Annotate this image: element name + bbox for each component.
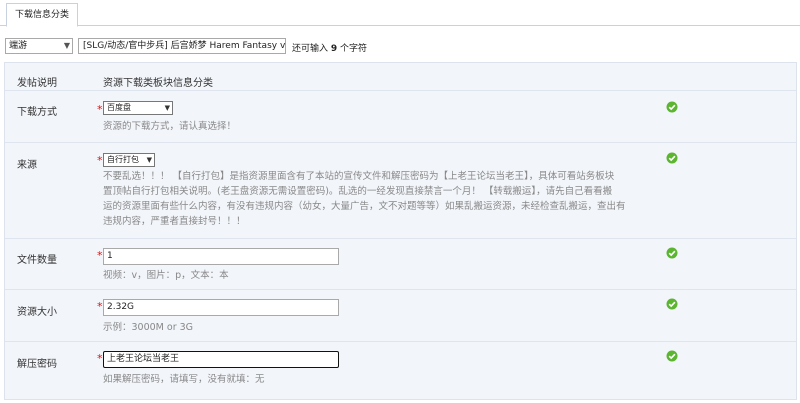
- source-desc-line-4: 违规内容，严重者直接封号！！！: [103, 216, 246, 227]
- check-circle-icon: [666, 350, 678, 362]
- download-method-value: 百度盘: [107, 103, 131, 112]
- source-desc-line-1: 不要乱选！！！ 【自行打包】是指资源里面含有了本站的宣传文件和解压密码为【上老王…: [103, 171, 615, 182]
- download-method-desc: 资源的下载方式，请认真选择！: [103, 121, 237, 132]
- extract-password-desc: 如果解压密码，请填写，没有就填：无: [103, 374, 265, 385]
- row-resource-size: 资源大小 * 2.32G 示例：3000M or 3G: [5, 290, 796, 342]
- chevron-down-icon: ▼: [164, 104, 170, 112]
- resource-size-label: 资源大小: [17, 307, 57, 318]
- resource-size-input[interactable]: 2.32G: [103, 299, 339, 316]
- remaining-chars-hint: 还可输入 9 个字符: [292, 41, 367, 54]
- source-desc-line-3: 运的资源里面有些什么内容，有没有违规内容（幼女，大量广告，文不对题等等）如果乱搬…: [103, 201, 626, 212]
- check-circle-icon: [666, 101, 678, 113]
- hint-count: 9: [330, 44, 338, 54]
- tab-download-info-category[interactable]: 下载信息分类: [6, 3, 79, 27]
- download-method-select[interactable]: 百度盘 ▼: [103, 101, 173, 115]
- row-download-method: 下载方式 * 百度盘 ▼ 资源的下载方式，请认真选择！: [5, 91, 796, 143]
- chevron-down-icon: ▼: [63, 41, 70, 50]
- chevron-down-icon: ▼: [146, 156, 152, 164]
- thread-type-select[interactable]: 端游 ▼: [5, 38, 73, 54]
- required-mark: *: [97, 249, 103, 262]
- hint-suffix: 个字符: [340, 44, 368, 54]
- file-count-input[interactable]: 1: [103, 248, 339, 265]
- extract-password-input[interactable]: 上老王论坛当老王: [103, 351, 339, 368]
- extract-password-label: 解压密码: [17, 359, 57, 370]
- required-mark: *: [97, 154, 103, 167]
- source-desc-line-2: 置顶帖自行打包相关说明。(老王盘资源无需设置密码)。乱选的一经发现直接禁言一个月…: [103, 186, 613, 197]
- check-circle-icon: [666, 247, 678, 259]
- check-circle-icon: [666, 298, 678, 310]
- source-label: 来源: [17, 160, 37, 171]
- header-text: 资源下载类板块信息分类: [103, 78, 213, 89]
- row-extract-password: 解压密码 * 上老王论坛当老王 如果解压密码，请填写，没有就填：无: [5, 342, 796, 400]
- check-circle-icon: [666, 152, 678, 164]
- file-count-desc: 视频：v，图片：p，文本：本: [103, 270, 229, 281]
- title-row: 端游 ▼ [SLG/动态/官中步兵] 后宫娇梦 Harem Fantasy v1…: [0, 34, 800, 56]
- thread-title-input[interactable]: [SLG/动态/官中步兵] 后宫娇梦 Harem Fantasy v1.2.08…: [78, 38, 286, 54]
- download-method-label: 下载方式: [17, 107, 57, 118]
- resource-size-desc: 示例：3000M or 3G: [103, 322, 194, 333]
- form-header-row: 发帖说明 资源下载类板块信息分类: [5, 63, 796, 91]
- header-label: 发帖说明: [17, 78, 57, 89]
- thread-type-value: 端游: [9, 41, 28, 51]
- source-select[interactable]: 自行打包 ▼: [103, 153, 155, 167]
- required-mark: *: [97, 352, 103, 365]
- row-source: 来源 * 自行打包 ▼ 不要乱选！！！ 【自行打包】是指资源里面含有了本站的宣传…: [5, 143, 796, 239]
- category-info-form: 发帖说明 资源下载类板块信息分类 下载方式 * 百度盘 ▼ 资源的下载方式，请认…: [4, 62, 797, 400]
- required-mark: *: [97, 300, 103, 313]
- file-count-label: 文件数量: [17, 255, 57, 266]
- row-file-count: 文件数量 * 1 视频：v，图片：p，文本：本: [5, 239, 796, 290]
- tab-bar: 下载信息分类: [0, 0, 800, 27]
- source-value: 自行打包: [107, 155, 139, 164]
- hint-prefix: 还可输入: [292, 44, 329, 54]
- required-mark: *: [97, 103, 103, 116]
